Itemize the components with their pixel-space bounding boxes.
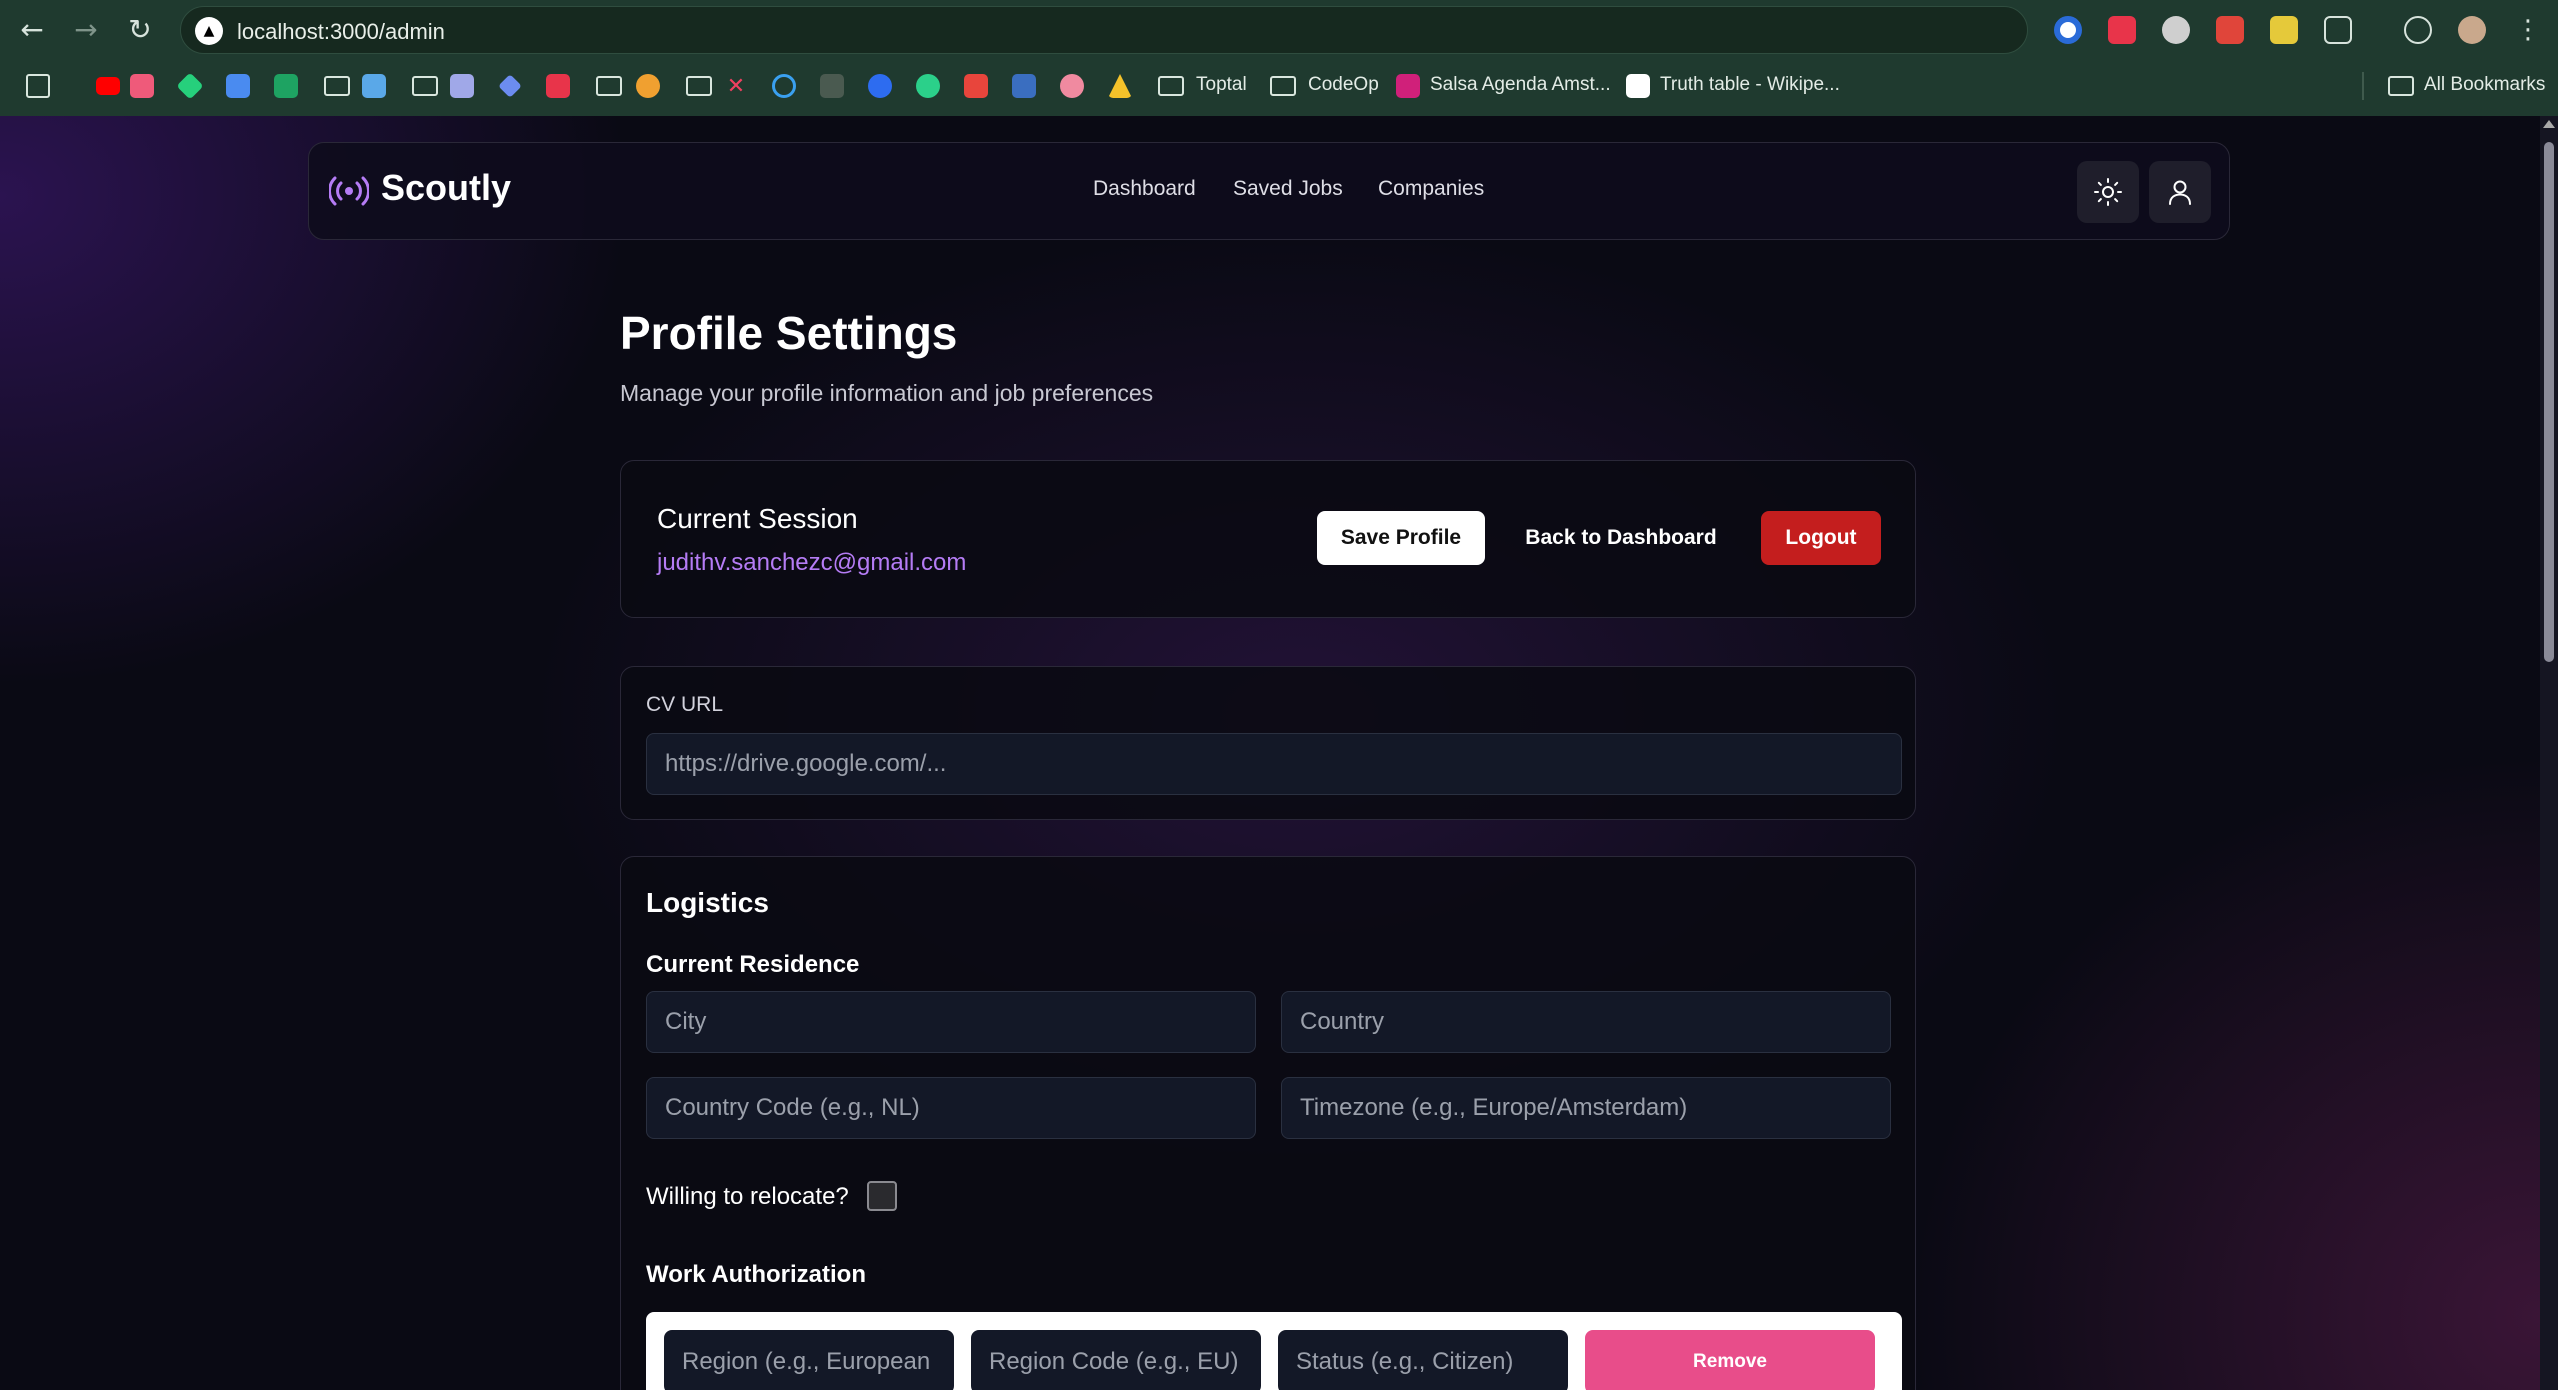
- browser-toolbar: ← → ↻ ▲ localhost:3000/admin ⋮: [0, 0, 2558, 60]
- profile-avatar[interactable]: [2458, 16, 2486, 44]
- status-input[interactable]: Status (e.g., Citizen): [1278, 1330, 1568, 1390]
- bubble-bookmark-icon[interactable]: [1060, 74, 1084, 98]
- cv-card: CV URL https://drive.google.com/...: [620, 666, 1916, 820]
- timezone-input[interactable]: Timezone (e.g., Europe/Amsterdam): [1281, 1077, 1891, 1139]
- refresh-bookmark-icon[interactable]: [772, 74, 796, 98]
- folder-icon[interactable]: [2388, 76, 2414, 96]
- back-to-dashboard-button[interactable]: Back to Dashboard: [1511, 511, 1731, 565]
- cv-url-input[interactable]: https://drive.google.com/...: [646, 733, 1902, 795]
- sheets-bookmark-icon[interactable]: [274, 74, 298, 98]
- save-profile-button[interactable]: Save Profile: [1317, 511, 1485, 565]
- nav-link-saved-jobs[interactable]: Saved Jobs: [1233, 177, 1343, 201]
- logout-button[interactable]: Logout: [1761, 511, 1881, 565]
- scroll-thumb[interactable]: [2544, 142, 2554, 662]
- brand-name[interactable]: Scoutly: [381, 167, 511, 209]
- url-text[interactable]: localhost:3000/admin: [237, 19, 445, 45]
- nav-link-dashboard[interactable]: Dashboard: [1093, 177, 1196, 201]
- face-bookmark-icon[interactable]: [636, 74, 660, 98]
- theme-toggle-button[interactable]: [2077, 161, 2139, 223]
- diamond-bookmark-icon[interactable]: [176, 72, 204, 100]
- trident-bookmark-icon[interactable]: [820, 74, 844, 98]
- gemini-bookmark-icon[interactable]: [498, 74, 522, 98]
- work-authorization-row: Region (e.g., European Region Code (e.g.…: [646, 1312, 1902, 1390]
- browser-chrome: ← → ↻ ▲ localhost:3000/admin ⋮ ✕ Toptal …: [0, 0, 2558, 116]
- logistics-card: Logistics Current Residence City Country…: [620, 856, 1916, 1390]
- quill-extension-icon[interactable]: [2162, 16, 2190, 44]
- bookmark-salsa-agenda[interactable]: Salsa Agenda Amst...: [1430, 74, 1611, 96]
- nav-link-companies[interactable]: Companies: [1378, 177, 1484, 201]
- wikipedia-icon[interactable]: [1626, 74, 1650, 98]
- folder-icon[interactable]: [1270, 76, 1296, 96]
- bookmarks-bar: ✕ Toptal CodeOp Salsa Agenda Amst... Tru…: [0, 62, 2558, 110]
- user-icon: [2169, 180, 2191, 205]
- calendar-bookmark-icon[interactable]: [226, 74, 250, 98]
- relocate-label: Willing to relocate?: [646, 1183, 849, 1210]
- page-scrollbar[interactable]: [2540, 116, 2558, 1390]
- country-input[interactable]: Country: [1281, 991, 1891, 1053]
- password-manager-icon[interactable]: [2054, 16, 2082, 44]
- bookmark-toptal[interactable]: Toptal: [1196, 74, 1247, 96]
- bookmarks-divider: [2362, 72, 2364, 100]
- laptop-bookmark-icon[interactable]: [362, 74, 386, 98]
- country-code-input[interactable]: Country Code (e.g., NL): [646, 1077, 1256, 1139]
- relocate-checkbox[interactable]: [867, 1181, 897, 1211]
- todoist-extension-icon[interactable]: [2216, 16, 2244, 44]
- page-title: Profile Settings: [620, 307, 958, 359]
- session-card: Current Session judithv.sanchezc@gmail.c…: [620, 460, 1916, 618]
- remove-authorization-button[interactable]: Remove: [1585, 1330, 1875, 1390]
- site-info-icon[interactable]: ▲: [195, 17, 223, 45]
- address-bar[interactable]: ▲ localhost:3000/admin: [180, 6, 2028, 54]
- session-email: judithv.sanchezc@gmail.com: [657, 549, 967, 576]
- apps-grid-icon[interactable]: [26, 74, 50, 98]
- current-residence-title: Current Residence: [646, 951, 860, 978]
- pocket-icon[interactable]: [2108, 16, 2136, 44]
- bookmark-codeop[interactable]: CodeOp: [1308, 74, 1379, 96]
- green-circle-bookmark-icon[interactable]: [916, 74, 940, 98]
- region-code-input[interactable]: Region Code (e.g., EU): [971, 1330, 1261, 1390]
- extensions-puzzle-icon[interactable]: [2324, 16, 2352, 44]
- performance-icon[interactable]: [2404, 16, 2432, 44]
- x-bookmark-icon[interactable]: ✕: [724, 74, 748, 98]
- folder-icon[interactable]: [596, 76, 622, 96]
- folder-icon[interactable]: [324, 76, 350, 96]
- session-title: Current Session: [657, 503, 858, 534]
- page-content: Scoutly Dashboard Saved Jobs Companies P: [0, 116, 2540, 1390]
- browser-menu-icon[interactable]: ⋮: [2512, 14, 2544, 46]
- w-bookmark-icon[interactable]: [1396, 74, 1420, 98]
- bookmark-truth-table[interactable]: Truth table - Wikipe...: [1660, 74, 1840, 96]
- region-input[interactable]: Region (e.g., European: [664, 1330, 954, 1390]
- heart-bookmark-icon[interactable]: [130, 74, 154, 98]
- page-subtitle: Manage your profile information and job …: [620, 380, 1154, 406]
- top-navbar: Scoutly Dashboard Saved Jobs Companies: [308, 142, 2230, 240]
- city-input[interactable]: City: [646, 991, 1256, 1053]
- l-bookmark-icon[interactable]: [1012, 74, 1036, 98]
- broadcast-logo-icon: [329, 176, 369, 206]
- highlighter-extension-icon[interactable]: [2270, 16, 2298, 44]
- youtube-icon[interactable]: [96, 77, 120, 95]
- folder-icon[interactable]: [412, 76, 438, 96]
- gmail-bookmark-icon[interactable]: [964, 74, 988, 98]
- hat-bookmark-icon[interactable]: [450, 74, 474, 98]
- logistics-title: Logistics: [646, 887, 769, 918]
- drive-bookmark-icon[interactable]: [1108, 74, 1132, 98]
- reload-icon[interactable]: ↻: [124, 14, 156, 46]
- cv-url-label: CV URL: [646, 693, 724, 716]
- sun-icon: [2094, 178, 2122, 206]
- pocket-bookmark-icon[interactable]: [546, 74, 570, 98]
- folder-icon[interactable]: [686, 76, 712, 96]
- forward-arrow-icon[interactable]: →: [70, 14, 102, 46]
- folder-icon[interactable]: [1158, 76, 1184, 96]
- work-authorization-title: Work Authorization: [646, 1261, 866, 1288]
- back-arrow-icon[interactable]: ←: [16, 14, 48, 46]
- zoom-bookmark-icon[interactable]: [868, 74, 892, 98]
- all-bookmarks[interactable]: All Bookmarks: [2424, 74, 2545, 96]
- user-menu-button[interactable]: [2149, 161, 2211, 223]
- scroll-up-arrow-icon[interactable]: [2543, 120, 2555, 128]
